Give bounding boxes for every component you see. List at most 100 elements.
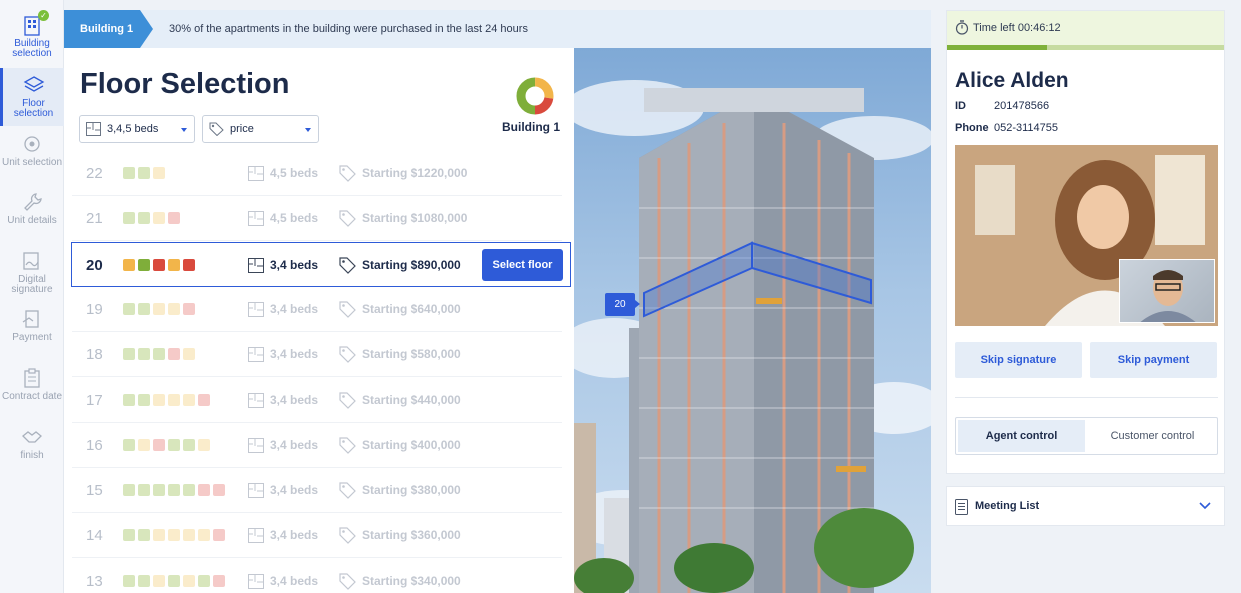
floor-beds: 3,4 beds <box>270 528 319 543</box>
floor-row[interactable]: 20 3,4 beds Starting $890,000 Select floor <box>71 241 571 287</box>
chevron-down-icon[interactable] <box>1198 499 1212 513</box>
floor-price: Starting $360,000 <box>362 528 461 543</box>
unit-status-dot <box>183 393 195 406</box>
nav-item[interactable]: Floor selection <box>0 68 64 126</box>
building-illustration <box>574 80 931 593</box>
page-title: Floor Selection <box>80 68 290 100</box>
skip-payment-button[interactable]: Skip payment <box>1090 342 1217 378</box>
check-icon: ✓ <box>38 10 49 21</box>
unit-status-dot <box>198 529 210 542</box>
unit-status-dot <box>168 574 180 587</box>
donut-building-label: Building 1 <box>502 120 560 134</box>
floor-row[interactable]: 14 3,4 beds Starting $360,000 <box>72 513 562 559</box>
floor-beds: 3,4 beds <box>270 392 319 407</box>
unit-availability-dots <box>123 348 195 361</box>
id-label: ID <box>955 100 966 112</box>
skip-signature-button[interactable]: Skip signature <box>955 342 1082 378</box>
unit-status-dot <box>153 438 165 451</box>
floor-price: Starting $380,000 <box>362 483 461 498</box>
building-icon: ✓ <box>21 10 49 36</box>
control-toggle: Agent control Customer control <box>955 417 1218 455</box>
agent-control-option[interactable]: Agent control <box>958 420 1085 452</box>
unit-status-dot <box>183 484 195 497</box>
agent-video-pip <box>1119 259 1215 323</box>
unit-status-dot <box>168 212 180 225</box>
floor-number: 21 <box>86 210 103 228</box>
floor-row[interactable]: 16 3,4 beds Starting $400,000 <box>72 423 562 468</box>
floorplan-icon <box>248 166 264 181</box>
beds-filter-value: 3,4,5 beds <box>107 123 159 135</box>
floor-beds: 3,4 beds <box>270 347 319 362</box>
unit-status-dot <box>153 574 165 587</box>
nav-item[interactable]: finish <box>0 420 64 478</box>
unit-status-dot <box>168 529 180 542</box>
floor-row[interactable]: 13 3,4 beds Starting $340,000 <box>72 559 562 593</box>
price-filter-select[interactable]: price <box>202 115 319 143</box>
select-floor-button[interactable]: Select floor <box>482 248 563 281</box>
unit-status-dot <box>153 258 165 271</box>
price-tag-icon <box>339 527 356 545</box>
video-call-feed <box>955 145 1218 326</box>
unit-status-dot <box>138 574 150 587</box>
unit-status-dot <box>138 484 150 497</box>
unit-status-dot <box>138 258 150 271</box>
sidebar-nav: ✓ Building selection Floor selection Unit s… <box>0 0 64 593</box>
floor-beds: 4,5 beds <box>270 211 319 226</box>
document-list-icon <box>955 499 968 515</box>
customer-phone-row: Phone 052-3114755 <box>955 122 1058 134</box>
floor-row[interactable]: 22 4,5 beds Starting $1220,000 <box>72 151 562 196</box>
unit-status-dot <box>138 438 150 451</box>
unit-status-dot <box>213 484 225 497</box>
meeting-list-accordion[interactable]: Meeting List <box>946 486 1225 526</box>
unit-target-icon <box>21 133 43 155</box>
unit-availability-dots <box>123 529 225 542</box>
marker-pointer <box>635 300 640 308</box>
nav-item[interactable]: Unit details <box>0 185 64 243</box>
floor-row[interactable]: 19 3,4 beds Starting $640,000 <box>72 287 562 332</box>
customer-control-option[interactable]: Customer control <box>1089 420 1216 452</box>
floor-row[interactable]: 15 3,4 beds Starting $380,000 <box>72 468 562 514</box>
unit-status-dot <box>123 212 135 225</box>
timer-bar: Time left 00:46:12 <box>947 11 1224 45</box>
floor-price: Starting $400,000 <box>362 437 461 452</box>
floor-number: 16 <box>86 436 103 454</box>
unit-status-dot <box>168 348 180 361</box>
floor-price: Starting $640,000 <box>362 301 461 316</box>
floor-row[interactable]: 18 3,4 beds Starting $580,000 <box>72 332 562 378</box>
unit-status-dot <box>153 484 165 497</box>
floorplan-icon <box>86 122 101 136</box>
unit-status-dot <box>138 167 150 179</box>
building-photo: 20 <box>574 48 931 593</box>
nav-item[interactable]: Contract date <box>0 361 64 419</box>
floor-selection-panel: Floor Selection 3,4,5 beds price Buildin… <box>64 48 574 593</box>
unit-status-dot <box>198 484 210 497</box>
nav-item[interactable]: Unit selection <box>0 127 64 185</box>
floor-row[interactable]: 21 4,5 beds Starting $1080,000 <box>72 196 562 242</box>
floorplan-icon <box>248 573 264 589</box>
clipboard-icon <box>21 367 43 389</box>
floor-beds: 4,5 beds <box>270 166 319 180</box>
nav-item-label: Digital signature <box>11 274 53 295</box>
beds-filter-select[interactable]: 3,4,5 beds <box>79 115 195 143</box>
floor-number: 17 <box>86 391 103 409</box>
id-value: 201478566 <box>994 100 1050 112</box>
floor-marker-badge[interactable]: 20 <box>605 293 635 316</box>
unit-status-dot <box>183 348 195 361</box>
floorplan-icon <box>248 483 264 499</box>
unit-status-dot <box>168 484 180 497</box>
unit-status-dot <box>183 529 195 542</box>
banner-message: 30% of the apartments in the building we… <box>169 23 528 35</box>
price-tag-icon <box>339 573 356 590</box>
signature-icon <box>21 250 43 272</box>
unit-status-dot <box>168 438 180 451</box>
chevron-down-icon <box>181 128 187 132</box>
nav-item[interactable]: Payment <box>0 302 64 360</box>
unit-status-dot <box>153 393 165 406</box>
floorplan-icon <box>248 301 264 317</box>
floor-beds: 3,4 beds <box>270 573 319 588</box>
unit-status-dot <box>138 393 150 406</box>
nav-item[interactable]: ✓ Building selection <box>0 8 64 66</box>
building-chip[interactable]: Building 1 <box>64 10 140 48</box>
nav-item[interactable]: Digital signature <box>0 244 64 302</box>
floor-row[interactable]: 17 3,4 beds Starting $440,000 <box>72 378 562 423</box>
